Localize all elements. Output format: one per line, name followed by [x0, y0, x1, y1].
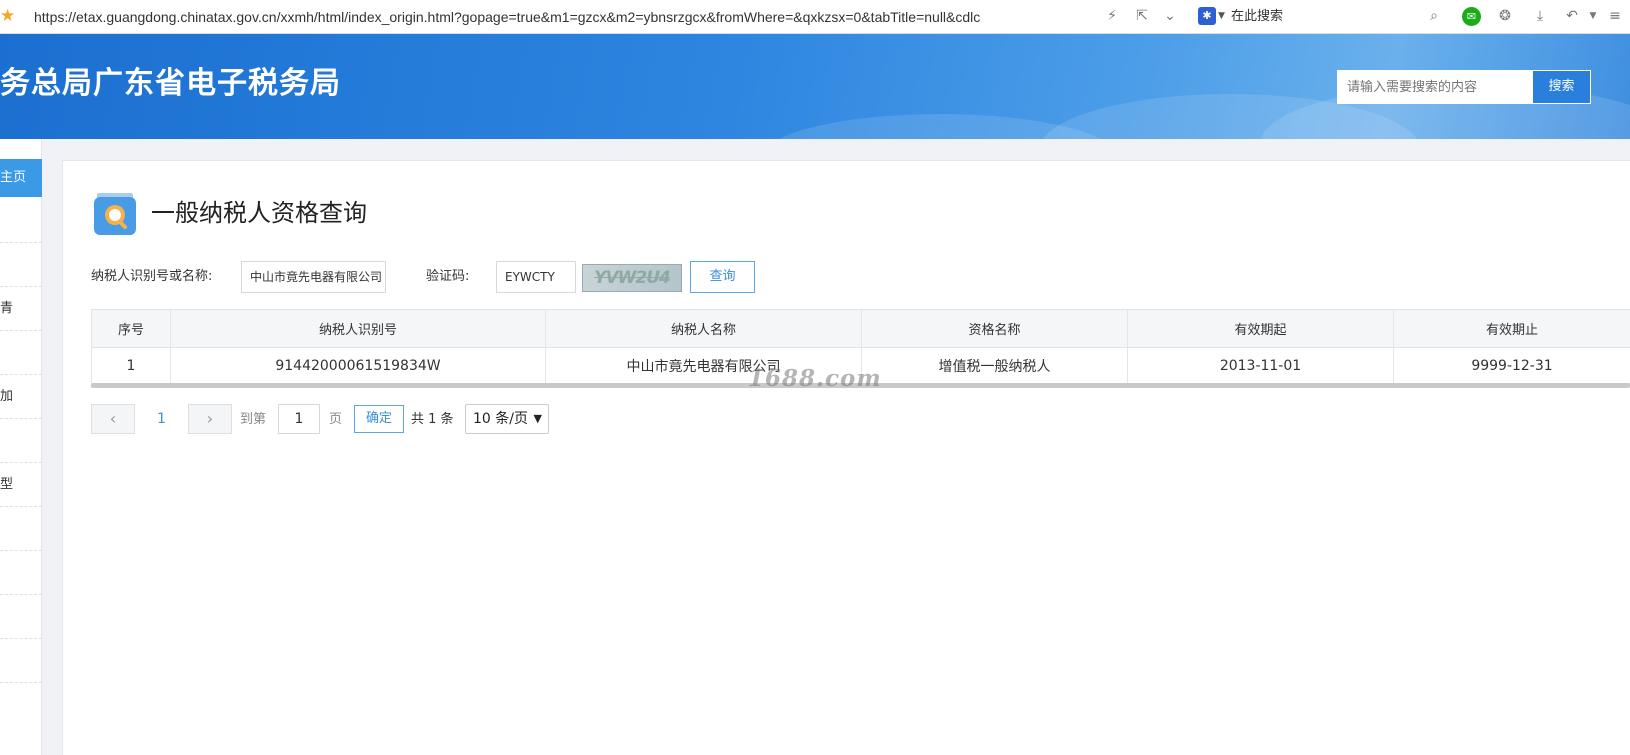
current-page[interactable]: 1 — [157, 410, 166, 428]
site-search-button[interactable]: 搜索 — [1532, 70, 1591, 104]
captcha-image[interactable]: YVW2U4 — [582, 264, 682, 292]
sidebar-item-home[interactable]: 主页 — [0, 159, 42, 197]
star-icon[interactable]: ★ — [0, 7, 18, 25]
sidebar-item[interactable]: 加 — [0, 375, 42, 419]
next-page-button[interactable]: › — [188, 404, 232, 434]
caret-down-icon[interactable]: ▼ — [1218, 8, 1225, 24]
table-cell: 9999-12-31 — [1393, 348, 1630, 383]
search-engine-label[interactable]: 在此搜索 — [1231, 8, 1283, 26]
table-cell: 91442000061519834W — [170, 348, 545, 383]
url-field[interactable]: https://etax.guangdong.chinatax.gov.cn/x… — [34, 8, 1094, 26]
site-title: 务总局广东省电子税务局 — [0, 66, 341, 101]
watermark: 1688.com — [748, 365, 882, 392]
chevron-left-icon: ‹ — [109, 409, 117, 428]
goto-prefix: 到第 — [240, 412, 267, 427]
total-count: 共 1 条 — [411, 412, 454, 427]
goto-suffix: 页 — [329, 412, 343, 427]
wechat-icon[interactable]: ✉ — [1462, 7, 1481, 26]
site-search-input[interactable] — [1337, 70, 1533, 104]
table-cell: 2013-11-01 — [1127, 348, 1393, 383]
sidebar-item[interactable] — [0, 243, 42, 287]
column-header: 纳税人识别号 — [170, 310, 545, 347]
goto-confirm-button[interactable]: 确定 — [354, 405, 404, 433]
taxpayer-input[interactable]: 中山市竟先电器有限公司 — [241, 261, 386, 293]
page-size-select[interactable]: 10 条/页 ▼ — [465, 404, 549, 434]
sidebar-item[interactable] — [0, 595, 42, 639]
sidebar-item[interactable] — [0, 551, 42, 595]
column-header: 序号 — [91, 310, 170, 347]
column-header: 资格名称 — [861, 310, 1127, 347]
download-icon[interactable]: ⤓ — [1530, 6, 1550, 26]
column-header: 有效期止 — [1393, 310, 1630, 347]
search-document-icon — [94, 193, 136, 235]
sidebar-item[interactable] — [0, 639, 42, 683]
sidebar: 主页 青 加 型 — [0, 139, 42, 755]
sidebar-item[interactable]: 型 — [0, 463, 42, 507]
lightning-icon[interactable]: ⚡ — [1102, 6, 1122, 26]
sidebar-item[interactable] — [0, 331, 42, 375]
header-banner: 务总局广东省电子税务局 搜索 — [0, 34, 1630, 139]
menu-icon[interactable]: ≡ — [1605, 6, 1625, 26]
search-icon[interactable]: ⌕ — [1424, 6, 1444, 26]
sidebar-item[interactable] — [0, 199, 42, 243]
table-cell: 增值税一般纳税人 — [861, 348, 1127, 383]
paw-icon[interactable]: ✱ — [1198, 7, 1216, 25]
caret-down-icon[interactable]: ▼ — [1583, 6, 1603, 26]
chevron-down-icon[interactable]: ⌄ — [1160, 6, 1180, 26]
column-header: 有效期起 — [1127, 310, 1393, 347]
table-header: 序号 纳税人识别号 纳税人名称 资格名称 有效期起 有效期止 — [91, 309, 1630, 348]
share-icon[interactable]: ⇱ — [1132, 6, 1152, 26]
page-title: 一般纳税人资格查询 — [151, 199, 367, 227]
prev-page-button[interactable]: ‹ — [91, 404, 135, 434]
plugin-icon[interactable]: ❂ — [1495, 6, 1515, 26]
taxpayer-label: 纳税人识别号或名称: — [91, 269, 213, 284]
sidebar-item[interactable] — [0, 507, 42, 551]
chevron-right-icon: › — [206, 409, 214, 428]
goto-page-input[interactable]: 1 — [278, 404, 320, 434]
query-button[interactable]: 查询 — [690, 261, 755, 293]
table-cell: 1 — [91, 348, 170, 383]
sidebar-item[interactable] — [0, 419, 42, 463]
captcha-input[interactable]: EYWCTY — [496, 261, 576, 293]
browser-address-bar: ★ https://etax.guangdong.chinatax.gov.cn… — [0, 0, 1630, 34]
captcha-label: 验证码: — [426, 269, 470, 284]
banner-decoration — [760, 114, 1120, 139]
column-header: 纳税人名称 — [545, 310, 861, 347]
sidebar-item[interactable]: 青 — [0, 287, 42, 331]
page-size-value: 10 条/页 — [473, 411, 528, 427]
main-panel — [62, 160, 1630, 755]
undo-icon[interactable]: ↶ — [1562, 6, 1582, 26]
chevron-down-icon: ▼ — [533, 412, 542, 425]
